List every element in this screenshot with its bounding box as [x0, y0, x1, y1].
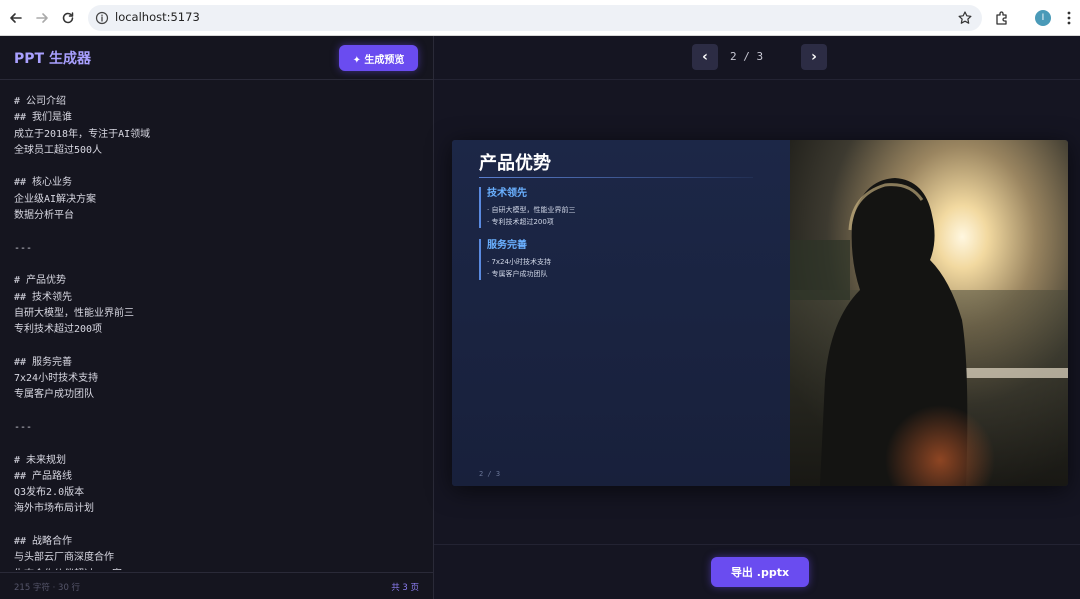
slide-page-number: 2 / 3 [479, 470, 501, 478]
slide-title: 产品优势 [479, 153, 551, 174]
prev-slide-button[interactable]: ‹ [692, 44, 718, 70]
app-title: PPT 生成器 [14, 51, 91, 67]
slide-preview: 产品优势 技术领先 · 自研大模型，性能业界前三 · 专利技术超过200项 服务… [452, 140, 1068, 486]
app: PPT 生成器 ✦ 生成预览 # 公司介绍 ## 我们是谁 成立于2018年，专… [0, 36, 1080, 599]
url-text[interactable]: localhost:5173 [115, 10, 200, 24]
export-pptx-button[interactable]: 导出 .pptx [711, 557, 809, 587]
preview-footer: 导出 .pptx [434, 544, 1080, 599]
page-count: 共 3 页 [391, 583, 419, 593]
editor-pane: PPT 生成器 ✦ 生成预览 # 公司介绍 ## 我们是谁 成立于2018年，专… [0, 36, 434, 599]
preview-pane: ‹ 2 / 3 › 产品优势 技术领先 · 自研大模型，性能业界前三 · 专利技… [434, 36, 1080, 599]
forward-icon[interactable] [32, 8, 52, 28]
section-item: · 专利技术超过200项 [487, 218, 554, 226]
markdown-editor[interactable]: # 公司介绍 ## 我们是谁 成立于2018年，专注于AI领域 全球员工超过50… [14, 94, 424, 570]
slide-photo [790, 140, 1068, 486]
section-title: 服务完善 [487, 240, 527, 251]
section-item: · 自研大模型，性能业界前三 [487, 206, 576, 214]
info-icon[interactable] [95, 11, 109, 25]
slide-content: 产品优势 技术领先 · 自研大模型，性能业界前三 · 专利技术超过200项 服务… [452, 140, 790, 486]
editor-header: PPT 生成器 ✦ 生成预览 [0, 36, 433, 80]
page-indicator: 2 / 3 [730, 50, 764, 63]
reload-icon[interactable] [58, 8, 78, 28]
generate-preview-button[interactable]: ✦ 生成预览 [339, 45, 418, 71]
slide-section: 服务完善 · 7x24小时技术支持 · 专属客户成功团队 [479, 239, 769, 280]
browser-toolbar: localhost:5173 I [0, 0, 1080, 36]
profile-avatar[interactable]: I [1035, 10, 1051, 26]
extensions-icon[interactable] [993, 9, 1011, 27]
more-menu-icon[interactable] [1062, 10, 1076, 26]
preview-header: ‹ 2 / 3 › [434, 36, 1080, 80]
next-slide-button[interactable]: › [801, 44, 827, 70]
section-title: 技术领先 [487, 188, 527, 199]
section-item: · 专属客户成功团队 [487, 270, 548, 278]
back-icon[interactable] [6, 8, 26, 28]
editor-footer: 215 字符 · 30 行 共 3 页 [0, 572, 433, 599]
section-item: · 7x24小时技术支持 [487, 258, 551, 266]
title-divider [479, 177, 753, 178]
char-line-stats: 215 字符 · 30 行 [14, 583, 81, 593]
slide-section: 技术领先 · 自研大模型，性能业界前三 · 专利技术超过200项 [479, 187, 769, 228]
address-bar[interactable]: localhost:5173 [88, 5, 982, 31]
bookmark-star-icon[interactable] [957, 10, 973, 26]
